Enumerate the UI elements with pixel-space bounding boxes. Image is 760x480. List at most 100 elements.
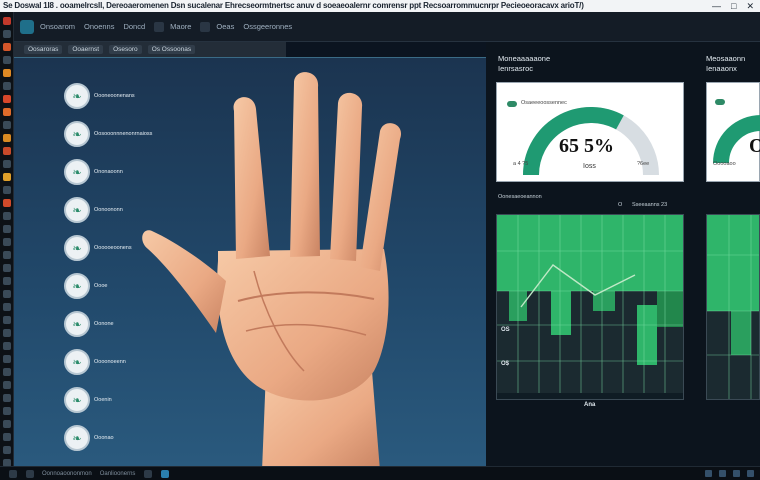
app-rail-icon[interactable]: [2, 238, 11, 246]
dashboard-panel: Moneaaaaaone Ienrsasroc Osaeeeoossennec …: [486, 42, 760, 468]
taskbar-app-icon[interactable]: [26, 469, 34, 478]
app-rail-icon[interactable]: [2, 420, 11, 428]
taskbar-app-icon[interactable]: [161, 469, 170, 478]
tray-icon[interactable]: [733, 470, 740, 477]
bar-chart: [707, 215, 759, 399]
list-item-label: Oooneoonenans: [94, 93, 135, 99]
app-rail-icon[interactable]: [2, 147, 11, 155]
panel-title: Meosaaonn: [706, 54, 746, 63]
app-rail-icon[interactable]: [2, 355, 11, 363]
app-rail-icon[interactable]: [2, 56, 11, 64]
panel-subtitle: Ienaaonx: [706, 64, 737, 73]
gauge-sublabel: Ioss: [583, 163, 596, 170]
chart-header-right: Sseeaanns 23: [632, 202, 668, 208]
app-rail-icon[interactable]: [2, 173, 11, 181]
app-rail-icon[interactable]: [2, 134, 11, 142]
tab[interactable]: Ooaernst: [68, 45, 104, 54]
menu-item[interactable]: Ossgeeronnes: [243, 22, 292, 31]
leaf-icon: ❧: [64, 273, 90, 299]
list-item-label: Oonoononn: [94, 207, 123, 213]
row-label: OS: [501, 327, 510, 333]
app-rail-icon[interactable]: [2, 251, 11, 259]
app-rail-icon[interactable]: [2, 121, 11, 129]
leaf-icon: ❧: [64, 121, 90, 147]
app-rail-icon[interactable]: [2, 30, 11, 38]
minimize-button[interactable]: —: [712, 0, 721, 12]
app-rail-icon[interactable]: [2, 43, 11, 51]
toolbar-button[interactable]: [154, 21, 165, 32]
app-rail-icon[interactable]: [2, 368, 11, 376]
taskbar-app-icon[interactable]: [144, 469, 153, 478]
leaf-icon: ❧: [64, 387, 90, 413]
app-rail-icon[interactable]: [2, 446, 11, 454]
app-rail-icon[interactable]: [2, 69, 11, 77]
bar-chart-card: OS O$: [496, 214, 684, 400]
list-item[interactable]: ❧ Ooonao: [64, 425, 114, 451]
tray-icon[interactable]: [719, 470, 726, 477]
canvas-divider: [14, 57, 486, 58]
app-rail-icon[interactable]: [2, 95, 11, 103]
tab[interactable]: Osesoro: [109, 45, 142, 54]
app-rail-icon[interactable]: [2, 82, 11, 90]
app-rail-icon[interactable]: [2, 199, 11, 207]
app-rail-icon[interactable]: [2, 108, 11, 116]
list-item[interactable]: ❧ Oonone: [64, 311, 114, 337]
panel-title: Moneaaaaaone: [498, 54, 551, 63]
hand-illustration: [142, 72, 402, 468]
leaf-icon: ❧: [64, 349, 90, 375]
list-item[interactable]: ❧ Oooneoonenans: [64, 83, 135, 109]
app-rail-icon[interactable]: [2, 186, 11, 194]
app-rail-icon[interactable]: [2, 277, 11, 285]
leaf-icon: ❧: [64, 235, 90, 261]
start-icon[interactable]: [9, 469, 17, 478]
list-item[interactable]: ❧ Oooe: [64, 273, 107, 299]
app-rail-icon[interactable]: [2, 407, 11, 415]
system-tray: [705, 470, 754, 477]
app-rail: [0, 12, 14, 468]
app-rail-icon[interactable]: [2, 381, 11, 389]
list-item[interactable]: ❧ Ooenin: [64, 387, 112, 413]
app-rail-icon[interactable]: [2, 212, 11, 220]
menu-item[interactable]: Oeas: [216, 22, 234, 31]
maximize-button[interactable]: □: [731, 0, 736, 12]
close-button[interactable]: ✕: [746, 0, 754, 12]
gauge-right-label: ?6ee: [637, 161, 650, 167]
list-item[interactable]: ❧ Ononaoonn: [64, 159, 123, 185]
legend-chip: [507, 101, 517, 107]
app-rail-icon[interactable]: [2, 17, 11, 25]
app-rail-icon[interactable]: [2, 316, 11, 324]
list-item-label: Oooe: [94, 283, 108, 289]
app-rail-icon[interactable]: [2, 225, 11, 233]
list-item[interactable]: ❧ Oonoononn: [64, 197, 123, 223]
app-rail-icon[interactable]: [2, 342, 11, 350]
app-rail-icon[interactable]: [2, 433, 11, 441]
app-rail-icon[interactable]: [2, 290, 11, 298]
app-logo-icon: [20, 19, 34, 34]
gauge-left-label: a 4 ?5: [513, 161, 529, 167]
menu-item[interactable]: Onsoarom: [40, 22, 75, 31]
list-item[interactable]: ❧ Oooooeoonens: [64, 235, 132, 261]
app-rail-icon[interactable]: [2, 264, 11, 272]
menu-item[interactable]: Maore: [170, 22, 191, 31]
toolbar-button[interactable]: [200, 21, 211, 32]
gauge-top-label: Osaeeeoossennec: [521, 100, 567, 106]
tab[interactable]: Oosaroras: [24, 45, 63, 54]
app-rail-icon[interactable]: [2, 394, 11, 402]
leaf-icon: ❧: [64, 159, 90, 185]
app-rail-icon[interactable]: [2, 329, 11, 337]
leaf-icon: ❧: [64, 311, 90, 337]
menu-item[interactable]: Onoenns: [84, 22, 114, 31]
tab[interactable]: Os Ossoonas: [147, 45, 196, 54]
app-rail-icon[interactable]: [2, 160, 11, 168]
tray-icon[interactable]: [705, 470, 712, 477]
taskbar-label[interactable]: Oanlioonerns: [100, 471, 136, 477]
bar-chart: [497, 215, 683, 399]
list-item[interactable]: ❧ Oooonoeenn: [64, 349, 126, 375]
menu-item[interactable]: Doncd: [123, 22, 145, 31]
taskbar-label[interactable]: Oonnoaoononmon: [42, 471, 92, 477]
chart-header-left: Oonesaeoeannon: [498, 194, 542, 200]
list-item-label: Ooonao: [94, 435, 114, 441]
app-rail-icon[interactable]: [2, 303, 11, 311]
tray-icon[interactable]: [747, 470, 754, 477]
gauge-chart: [713, 115, 760, 164]
